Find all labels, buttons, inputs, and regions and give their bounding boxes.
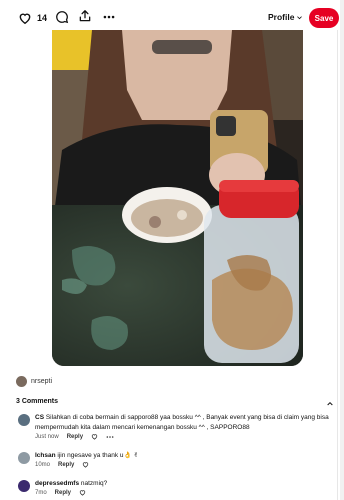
heart-icon[interactable]: [82, 461, 89, 468]
avatar: [18, 452, 30, 464]
comment-body: natzmiq?: [80, 480, 108, 487]
comments-header[interactable]: 3 Comments: [16, 398, 338, 410]
comment-icon[interactable]: [55, 10, 69, 24]
like-count: 14: [37, 13, 48, 23]
comment-text: depressedmfs natzmiq?: [35, 479, 331, 489]
avatar: [18, 414, 30, 426]
reply-button[interactable]: Reply: [67, 434, 83, 440]
comment-user[interactable]: depressedmfs: [35, 480, 79, 487]
avatar: [18, 480, 30, 492]
comment-user[interactable]: Ichsan: [35, 452, 56, 459]
comment-body: Silahkan di coba bermain di sapporo88 ya…: [35, 414, 329, 431]
comment-time: 10mo: [35, 461, 51, 468]
chevron-up-icon[interactable]: [326, 400, 334, 408]
comment-body: ijin ngesave ya thank u👌 ✌: [57, 452, 139, 459]
profile-dropdown[interactable]: Profile: [268, 10, 303, 24]
scrollbar[interactable]: [340, 0, 344, 500]
comment-text: CS Silahkan di coba bermain di sapporo88…: [35, 413, 331, 433]
more-options-icon[interactable]: [102, 10, 116, 24]
comment-item: Ichsan ijin ngesave ya thank u👌 ✌ 10mo R…: [18, 451, 336, 471]
reply-button[interactable]: Reply: [58, 462, 74, 468]
profile-label: Profile: [268, 12, 295, 22]
heart-icon[interactable]: [79, 489, 86, 496]
comment-time: Just now: [35, 433, 59, 440]
avatar: [16, 375, 27, 387]
heart-icon[interactable]: [18, 11, 32, 25]
comment-meta: 7mo Reply: [35, 489, 86, 496]
author-name: nrsepti: [31, 377, 53, 385]
chevron-down-icon: [297, 15, 303, 19]
save-button[interactable]: Save: [309, 8, 339, 28]
more-options-icon[interactable]: [106, 435, 114, 439]
heart-icon[interactable]: [91, 433, 98, 440]
pin-author[interactable]: nrsepti: [16, 375, 52, 387]
comment-meta: 10mo Reply: [35, 461, 89, 468]
comment-item: depressedmfs natzmiq? 7mo Reply: [18, 479, 336, 499]
pin-photo-illustration: [52, 30, 303, 366]
comment-item: CS Silahkan di coba bermain di sapporo88…: [18, 413, 336, 443]
share-icon[interactable]: [78, 9, 92, 23]
comments-count: 3 Comments: [16, 398, 59, 405]
reply-button[interactable]: Reply: [55, 490, 71, 496]
panel-divider: [337, 30, 338, 500]
pin-image[interactable]: [52, 30, 303, 366]
comment-text: Ichsan ijin ngesave ya thank u👌 ✌: [35, 451, 331, 461]
comment-user[interactable]: CS: [35, 414, 44, 421]
comment-meta: Just now Reply: [35, 433, 114, 440]
comment-time: 7mo: [35, 489, 47, 496]
